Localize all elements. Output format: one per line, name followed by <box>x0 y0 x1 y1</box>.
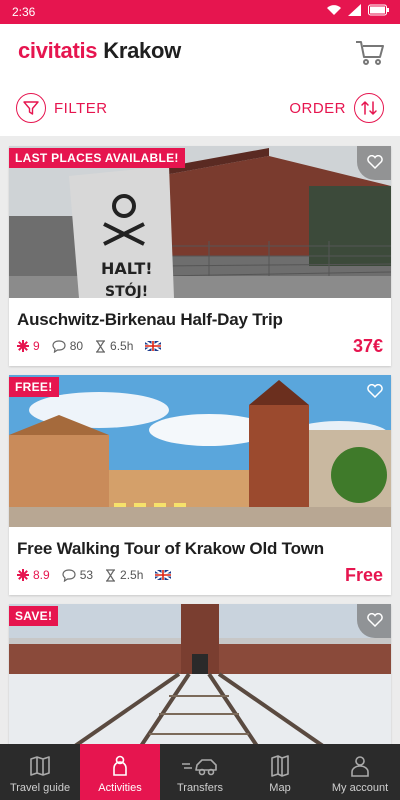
favorite-button[interactable] <box>357 146 391 180</box>
uk-flag-icon <box>145 341 162 351</box>
filter-bar: FILTER ORDER <box>0 80 400 136</box>
activity-card[interactable]: SAVE! <box>9 604 391 744</box>
activity-title[interactable]: Auschwitz-Birkenau Half-Day Trip <box>17 310 283 330</box>
bottom-navigation: Travel guide Activities Transfers Map My… <box>0 744 400 800</box>
city-title: Krakow <box>103 38 181 63</box>
comment-icon <box>52 339 66 353</box>
person-icon <box>113 755 127 776</box>
rating-star-icon <box>17 340 29 352</box>
tab-my-account[interactable]: My account <box>320 744 400 800</box>
heart-icon <box>367 155 383 169</box>
svg-text:STÓJ!: STÓJ! <box>105 282 148 298</box>
rating: 9 <box>17 339 40 353</box>
duration-value: 2.5h <box>120 568 144 582</box>
activity-price: Free <box>344 565 383 585</box>
duration-value: 6.5h <box>110 339 134 353</box>
hourglass-icon <box>96 339 106 353</box>
battery-icon <box>368 4 389 16</box>
rating-value: 8.9 <box>33 568 50 582</box>
sort-icon <box>354 93 384 123</box>
filter-icon <box>16 93 46 123</box>
comment-icon <box>62 568 76 582</box>
heart-icon <box>367 384 383 398</box>
svg-text:HALT!: HALT! <box>101 259 153 278</box>
filter-button[interactable]: FILTER <box>16 92 108 124</box>
tab-label: My account <box>331 782 389 794</box>
rating: 8.9 <box>17 568 50 582</box>
cart-icon[interactable] <box>354 36 386 68</box>
activity-card[interactable]: HALT! STÓJ! LAST PLACES AVAILABLE! Ausch… <box>9 146 391 366</box>
activity-title[interactable]: Free Walking Tour of Krakow Old Town <box>17 539 324 559</box>
status-time: 2:36 <box>12 5 36 19</box>
uk-flag-icon <box>155 570 172 580</box>
reviews: 80 <box>52 339 83 353</box>
activity-badge: LAST PLACES AVAILABLE! <box>9 148 185 168</box>
favorite-button[interactable] <box>357 375 391 409</box>
car-icon <box>182 759 217 776</box>
tab-travel-guide[interactable]: Travel guide <box>0 744 80 800</box>
duration: 6.5h <box>95 339 133 353</box>
tab-map[interactable]: Map <box>240 744 320 800</box>
brand-title: civitatis Krakow <box>18 38 181 64</box>
tab-label: Activities <box>98 782 142 794</box>
rating-star-icon <box>17 569 29 581</box>
tab-label: Transfers <box>176 782 224 794</box>
status-icons <box>326 4 390 16</box>
tab-label: Travel guide <box>9 782 71 794</box>
activity-badge: FREE! <box>9 377 59 397</box>
reviews-count: 53 <box>79 568 94 582</box>
duration: 2.5h <box>105 568 143 582</box>
activity-photo[interactable]: HALT! STÓJ! LAST PLACES AVAILABLE! <box>9 146 391 298</box>
tab-transfers[interactable]: Transfers <box>160 744 240 800</box>
activity-meta: 8.9 53 2.5h <box>17 568 172 582</box>
filter-label: FILTER <box>54 99 108 117</box>
status-bar: 2:36 <box>0 0 400 24</box>
hourglass-icon <box>106 568 116 582</box>
tab-label: Map <box>269 782 291 794</box>
tab-activities[interactable]: Activities <box>80 744 160 800</box>
activity-price: 37€ <box>352 336 383 356</box>
map-icon <box>271 755 289 777</box>
wifi-icon <box>327 5 341 15</box>
activity-photo[interactable]: FREE! <box>9 375 391 527</box>
app-header: civitatis Krakow <box>0 24 400 80</box>
activity-photo[interactable]: SAVE! <box>9 604 391 744</box>
map-book-icon <box>30 756 50 776</box>
brand-logo: civitatis <box>18 38 98 63</box>
favorite-button[interactable] <box>357 604 391 638</box>
rating-value: 9 <box>33 339 40 353</box>
user-icon <box>351 756 369 777</box>
reviews: 53 <box>62 568 93 582</box>
activity-badge: SAVE! <box>9 606 59 626</box>
order-label: ORDER <box>289 99 346 117</box>
activity-meta: 9 80 6.5h <box>17 339 162 353</box>
signal-icon <box>348 4 361 16</box>
reviews-count: 80 <box>69 339 84 353</box>
activity-list[interactable]: HALT! STÓJ! LAST PLACES AVAILABLE! Ausch… <box>0 136 400 744</box>
heart-icon <box>367 613 383 627</box>
order-button[interactable]: ORDER <box>289 92 384 124</box>
activity-card[interactable]: FREE! Free Walking Tour of Krakow Old To… <box>9 375 391 595</box>
